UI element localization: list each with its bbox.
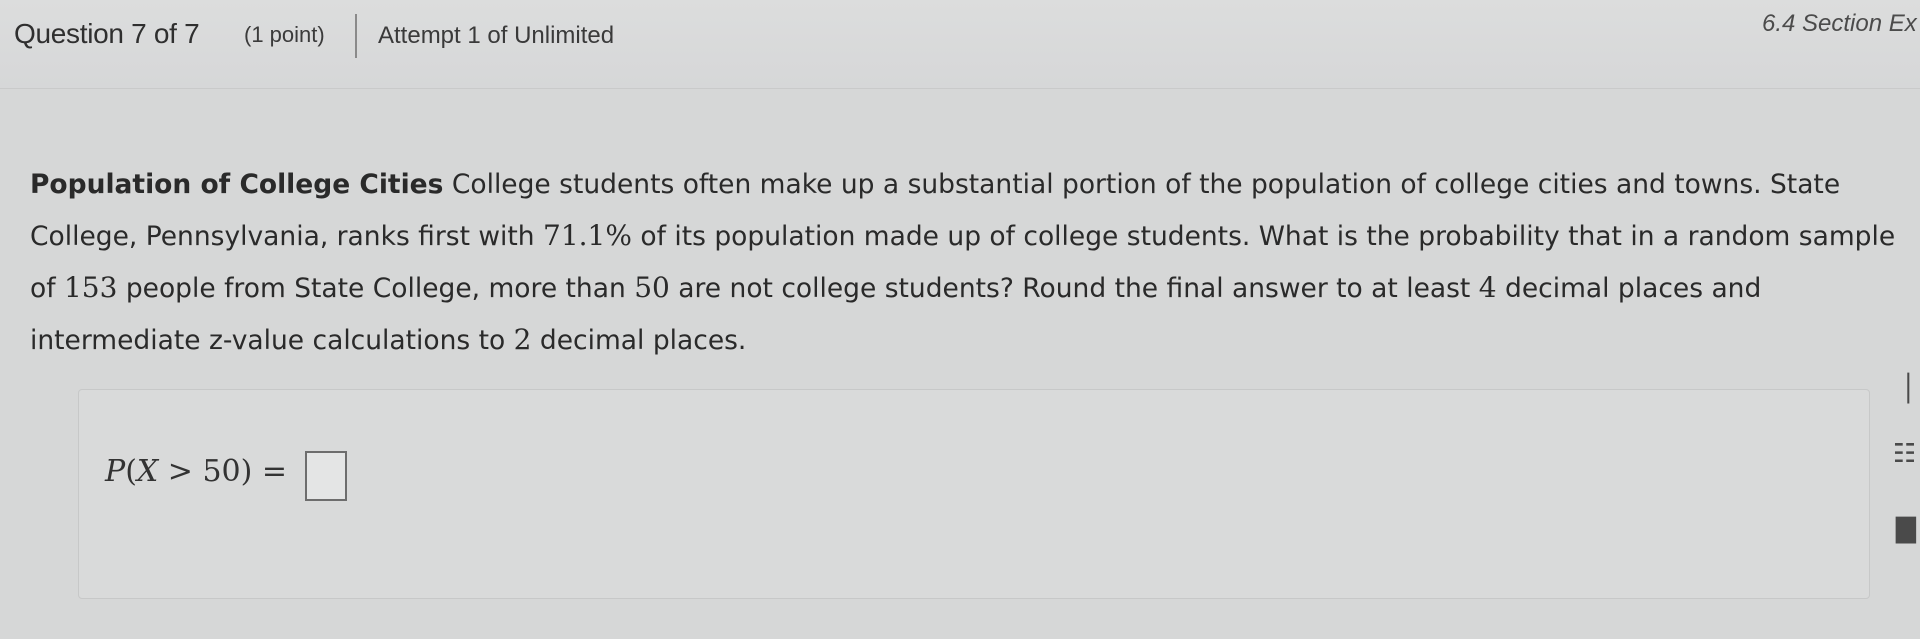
question-points: (1 point): [244, 22, 325, 47]
calculator-icon[interactable]: ☷: [1893, 439, 1916, 469]
question-body: Population of College Cities College stu…: [0, 89, 1920, 639]
formula-prefix: P: [105, 454, 126, 489]
problem-text-3: people from State College, more than: [117, 273, 635, 304]
problem-statement: Population of College Cities College stu…: [30, 159, 1900, 366]
formula-open: (: [125, 454, 137, 489]
problem-title: Population of College Cities: [30, 169, 444, 200]
attempt-counter: Attempt 1 of Unlimited: [378, 22, 615, 49]
formula-close: ) =: [240, 454, 288, 489]
header-divider: [355, 14, 357, 58]
threshold-value: 50: [634, 271, 670, 304]
answer-formula: P(X > 50) =: [105, 454, 287, 489]
tool-icon[interactable]: │: [1900, 374, 1916, 404]
sample-size-value: 153: [63, 271, 118, 304]
formula-relation: > 50: [158, 454, 241, 489]
formula-variable: X: [136, 454, 159, 489]
question-number: Question 7 of 7: [14, 18, 200, 49]
percent-value: 71.1%: [543, 219, 632, 252]
decimals-final-value: 4: [1478, 271, 1497, 304]
decimals-z-value: 2: [513, 323, 532, 356]
problem-text-4: are not college students? Round the fina…: [669, 273, 1479, 304]
question-header: Question 7 of 7 (1 point) Attempt 1 of U…: [0, 0, 1920, 89]
section-link[interactable]: 6.4 Section Ex: [1762, 10, 1920, 38]
problem-text-6: decimal places.: [531, 325, 747, 356]
answer-input[interactable]: [305, 451, 347, 501]
chart-icon[interactable]: ▇: [1896, 514, 1916, 544]
